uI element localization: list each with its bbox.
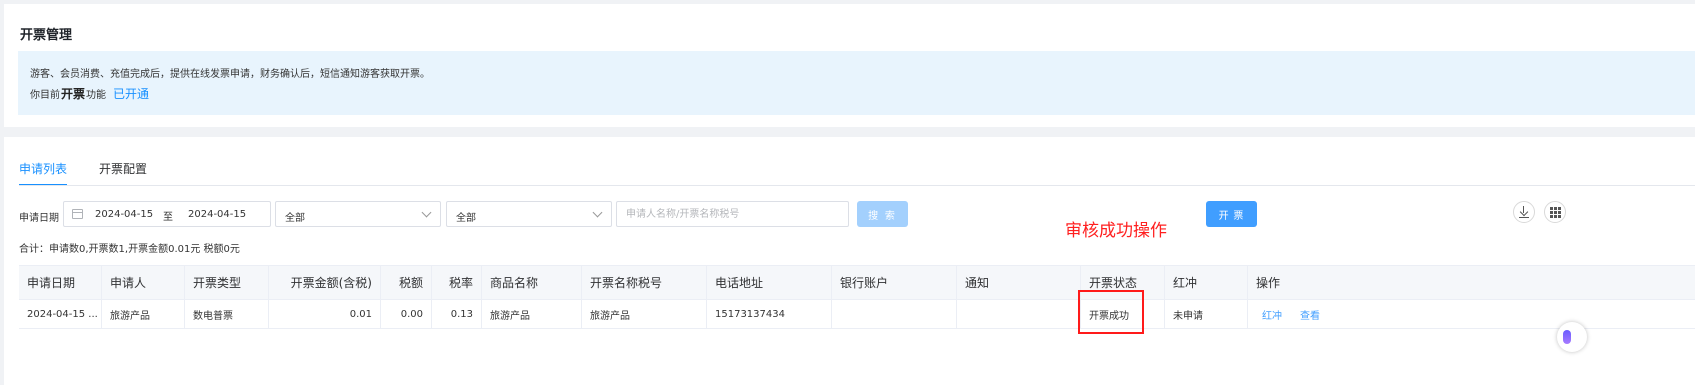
cell-amount: 0.01 [269,300,381,328]
summary-text: 合计：申请数0,开票数1,开票金额0.01元 税额0元 [19,244,240,255]
notice-text: 游客、会员消费、充值完成后，提供在线发票申请，财务确认后，短信通知游客获取开票。 [30,69,430,80]
download-button[interactable] [1513,201,1535,223]
calendar-icon [72,209,83,219]
cell-bank [832,300,957,328]
annotation-label: 审核成功操作 [1065,221,1167,241]
cell-actions: 红冲 查看 [1248,300,1695,328]
notice-feature: 开票 [61,87,86,101]
col-header-actions: 操作 [1248,266,1695,299]
table-row: 2024-04-15 ... 旅游产品 数电普票 0.01 0.00 0.13 … [19,300,1695,329]
invoice-type-select[interactable]: 全部 [275,201,441,227]
tab-invoice-config[interactable]: 开票配置 [99,160,147,186]
date-end[interactable]: 2024-04-15 [188,209,246,220]
issue-invoice-button[interactable]: 开 票 [1206,201,1257,227]
chevron-down-icon [421,207,432,218]
tab-application-list[interactable]: 申请列表 [19,160,68,186]
table-header: 申请日期 申请人 开票类型 开票金额(含税) 税额 税率 商品名称 开票名称税号… [19,266,1695,300]
invoice-table: 申请日期 申请人 开票类型 开票金额(含税) 税额 税率 商品名称 开票名称税号… [19,265,1695,329]
main-panel: 申请列表 开票配置 申请日期 2024-04-15 至 2024-04-15 全… [4,137,1695,385]
date-start[interactable]: 2024-04-15 [95,209,153,220]
cell-notify [957,300,1081,328]
select-value: 全部 [285,213,305,224]
tab-bar: 申请列表 开票配置 [19,160,179,186]
tabs-divider [19,185,1695,186]
status-highlight-box [1078,290,1144,334]
notice-suffix: 功能 [86,90,107,101]
col-header-type: 开票类型 [185,266,269,299]
chevron-down-icon [592,207,603,218]
col-header-applicant: 申请人 [102,266,185,299]
cell-type: 数电普票 [185,300,269,328]
notice-prefix: 你目前 [30,90,60,101]
cell-phone: 15173137434 [707,300,832,328]
col-header-date: 申请日期 [19,266,102,299]
header-panel: 开票管理 游客、会员消费、充值完成后，提供在线发票申请，财务确认后，短信通知游客… [4,4,1695,127]
feature-status: 已开通 [113,87,150,101]
date-range-picker[interactable]: 2024-04-15 至 2024-04-15 [63,201,271,227]
status-select[interactable]: 全部 [446,201,612,227]
cell-tax-name: 旅游产品 [582,300,707,328]
notice-status-line: 你目前 开票 功能 已开通 [30,85,149,102]
search-button[interactable]: 搜 索 [857,201,908,227]
grid-icon [1550,207,1561,218]
cell-rate: 0.13 [432,300,482,328]
assistant-icon [1563,330,1571,344]
cell-red: 未申请 [1165,300,1248,328]
view-link[interactable]: 查看 [1300,307,1320,322]
cell-tax: 0.00 [381,300,432,328]
download-base [1519,217,1529,218]
col-header-amount: 开票金额(含税) [269,266,381,299]
cell-date: 2024-04-15 ... [19,300,102,328]
col-header-tax: 税额 [381,266,432,299]
date-separator: 至 [163,212,173,223]
date-filter-label: 申请日期 [19,213,59,224]
col-header-tax-name: 开票名称税号 [582,266,707,299]
col-header-notify: 通知 [957,266,1081,299]
assistant-float-button[interactable] [1557,322,1587,352]
col-header-product: 商品名称 [482,266,582,299]
select-value: 全部 [456,213,476,224]
red-reverse-link[interactable]: 红冲 [1262,307,1282,322]
cell-applicant: 旅游产品 [102,300,185,328]
col-header-red: 红冲 [1165,266,1248,299]
cell-product: 旅游产品 [482,300,582,328]
col-header-rate: 税率 [432,266,482,299]
column-settings-button[interactable] [1544,201,1566,223]
col-header-bank: 银行账户 [832,266,957,299]
info-notice: 游客、会员消费、充值完成后，提供在线发票申请，财务确认后，短信通知游客获取开票。… [18,51,1695,115]
page-title: 开票管理 [20,28,73,43]
search-input[interactable] [616,201,849,227]
col-header-phone: 电话地址 [707,266,832,299]
